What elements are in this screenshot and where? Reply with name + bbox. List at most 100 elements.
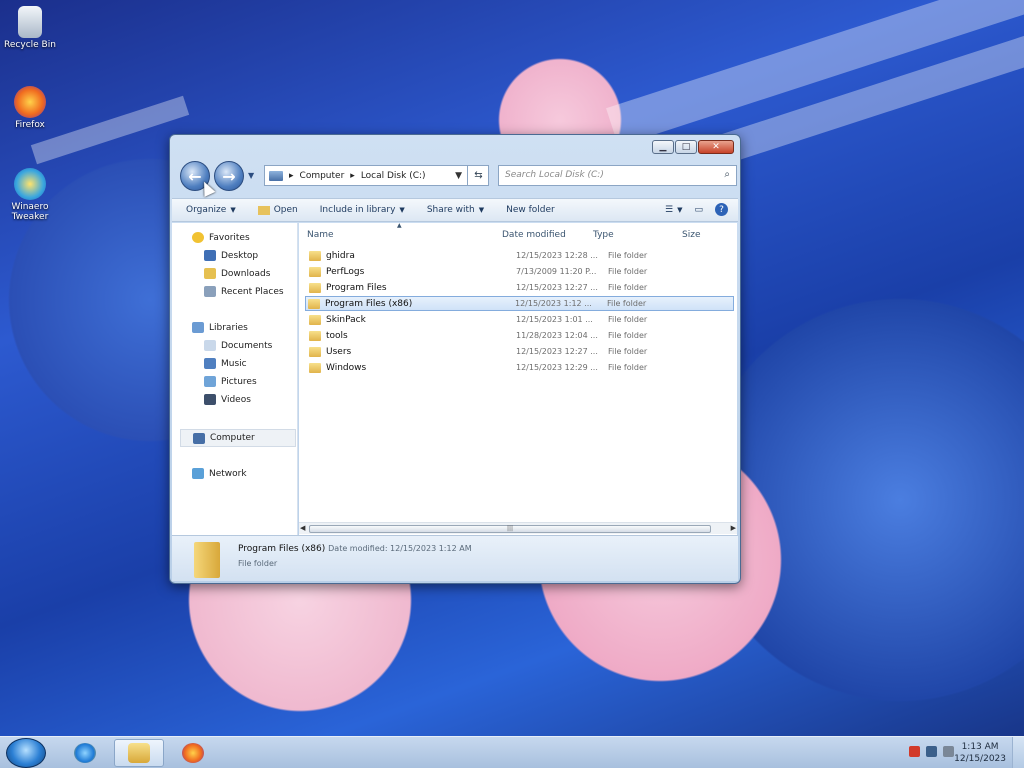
breadcrumb-computer[interactable]: Computer — [300, 171, 345, 181]
start-button[interactable] — [6, 738, 46, 768]
organize-label: Organize — [186, 205, 227, 215]
desktop-icon-recycle-bin[interactable]: Recycle Bin — [0, 6, 60, 50]
search-icon[interactable]: ⌕ — [724, 169, 730, 180]
organize-button[interactable]: Organize ▼ — [186, 205, 236, 215]
nav-desktop[interactable]: Desktop — [204, 250, 258, 261]
file-date: 11/28/2023 12:04 ... — [516, 331, 598, 340]
nav-pictures-label: Pictures — [221, 376, 257, 387]
folder-icon — [128, 743, 150, 763]
scroll-right-icon[interactable]: ▶ — [731, 524, 736, 532]
nav-music[interactable]: Music — [204, 358, 247, 369]
file-date: 12/15/2023 1:12 ... — [515, 299, 592, 308]
new-folder-label: New folder — [506, 205, 555, 215]
file-date: 12/15/2023 12:28 ... — [516, 251, 598, 260]
file-name: Program Files (x86) — [325, 298, 413, 309]
breadcrumb-local-disk[interactable]: Local Disk (C:) — [361, 171, 426, 181]
nav-downloads[interactable]: Downloads — [204, 268, 270, 279]
volume-icon[interactable] — [943, 746, 954, 757]
open-button[interactable]: Open — [257, 205, 298, 215]
file-type: File folder — [608, 315, 648, 324]
nav-pictures[interactable]: Pictures — [204, 376, 257, 387]
winaero-tweaker-icon — [14, 168, 46, 200]
nav-computer[interactable]: Computer — [180, 429, 296, 447]
column-header-date[interactable]: Date modified — [502, 230, 566, 240]
file-type: File folder — [608, 331, 648, 340]
horizontal-scrollbar[interactable]: ◀ ||| ▶ — [299, 522, 737, 534]
minimize-button[interactable]: ▁ — [652, 140, 674, 154]
file-row[interactable]: PerfLogs 7/13/2009 11:20 P... File folde… — [307, 264, 733, 279]
star-icon — [192, 232, 204, 243]
nav-favorites[interactable]: Favorites — [192, 232, 250, 243]
downloads-icon — [204, 268, 216, 279]
system-tray — [903, 746, 954, 757]
file-row[interactable]: tools 11/28/2023 12:04 ... File folder — [307, 328, 733, 343]
column-header-size[interactable]: Size — [682, 230, 700, 240]
taskbar-internet-explorer[interactable] — [60, 739, 110, 767]
folder-open-icon — [257, 205, 270, 215]
file-row[interactable]: Users 12/15/2023 12:27 ... File folder — [307, 344, 733, 359]
recent-pages-dropdown[interactable]: ▼ — [248, 171, 254, 180]
maximize-button[interactable]: □ — [675, 140, 697, 154]
scroll-left-icon[interactable]: ◀ — [300, 524, 305, 532]
videos-icon — [204, 394, 216, 405]
refresh-button[interactable]: ⇆ — [467, 165, 489, 186]
address-dropdown-icon[interactable]: ▼ — [455, 171, 462, 181]
file-date: 12/15/2023 12:27 ... — [516, 283, 598, 292]
nav-documents[interactable]: Documents — [204, 340, 272, 351]
file-row[interactable]: Program Files 12/15/2023 12:27 ... File … — [307, 280, 733, 295]
address-bar[interactable]: ▸ Computer ▸ Local Disk (C:) ▼ — [264, 165, 489, 186]
file-row[interactable]: SkinPack 12/15/2023 1:01 ... File folder — [307, 312, 733, 327]
help-icon[interactable]: ? — [715, 203, 728, 216]
scrollbar-thumb[interactable]: ||| — [309, 525, 711, 533]
firefox-icon — [14, 86, 46, 118]
file-name: Program Files — [326, 282, 387, 293]
close-button[interactable]: ✕ — [698, 140, 734, 154]
file-name: tools — [326, 330, 348, 341]
view-options-icon[interactable]: ☰ — [665, 205, 673, 215]
clock[interactable]: 1:13 AM 12/15/2023 — [954, 741, 1006, 765]
desktop-icon-winaero[interactable]: Winaero Tweaker — [0, 168, 60, 222]
file-name: Windows — [326, 362, 367, 373]
firefox-icon — [182, 743, 204, 763]
file-type: File folder — [608, 347, 648, 356]
file-row[interactable]: Windows 12/15/2023 12:29 ... File folder — [307, 360, 733, 375]
taskbar-firefox[interactable] — [168, 739, 218, 767]
command-bar: Organize ▼ Open Include in library ▼ Share… — [172, 198, 738, 222]
navigation-bar: ← → ▼ ▸ Computer ▸ Local Disk (C:) ▼ ⇆ S… — [176, 161, 737, 191]
preview-pane-icon[interactable]: ▭ — [694, 205, 703, 215]
file-date: 12/15/2023 12:29 ... — [516, 363, 598, 372]
new-folder-button[interactable]: New folder — [506, 205, 555, 215]
details-title: Program Files (x86) Date modified: 12/15… — [238, 544, 472, 554]
folder-icon — [309, 282, 321, 293]
file-row-selected[interactable]: Program Files (x86) 12/15/2023 1:12 ... … — [305, 296, 734, 311]
chevron-down-icon[interactable]: ▼ — [677, 206, 682, 214]
music-icon — [204, 358, 216, 369]
network-icon — [192, 468, 204, 479]
file-date: 12/15/2023 12:27 ... — [516, 347, 598, 356]
desktop-icon — [204, 250, 216, 261]
nav-libraries[interactable]: Libraries — [192, 322, 248, 333]
libraries-icon — [192, 322, 204, 333]
folder-icon — [194, 542, 220, 578]
share-with-button[interactable]: Share with ▼ — [427, 205, 484, 215]
column-header-type[interactable]: Type — [593, 230, 614, 240]
forward-button[interactable]: → — [214, 161, 244, 191]
desktop-icon-firefox[interactable]: Firefox — [0, 86, 60, 130]
column-header-name[interactable]: Name — [307, 230, 334, 240]
include-in-library-button[interactable]: Include in library ▼ — [320, 205, 405, 215]
chevron-down-icon: ▼ — [230, 206, 236, 214]
nav-videos[interactable]: Videos — [204, 394, 251, 405]
desktop-icon-label: Winaero Tweaker — [11, 202, 49, 222]
details-pane: Program Files (x86) Date modified: 12/15… — [172, 535, 738, 581]
nav-network[interactable]: Network — [192, 468, 247, 479]
pictures-icon — [204, 376, 216, 387]
action-center-icon[interactable] — [909, 746, 920, 757]
taskbar-explorer[interactable] — [114, 739, 164, 767]
nav-desktop-label: Desktop — [221, 250, 259, 261]
search-input[interactable]: Search Local Disk (C:) ⌕ — [498, 165, 737, 186]
show-desktop-button[interactable] — [1012, 737, 1024, 768]
file-name: Users — [326, 346, 352, 357]
nav-recent-places[interactable]: Recent Places — [204, 286, 284, 297]
network-status-icon[interactable] — [926, 746, 937, 757]
file-row[interactable]: ghidra 12/15/2023 12:28 ... File folder — [307, 248, 733, 263]
